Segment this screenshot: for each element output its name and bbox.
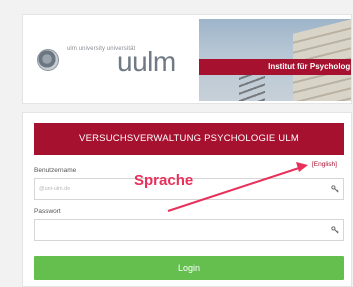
login-button[interactable]: Login <box>34 256 344 280</box>
institute-banner: Institut für Psychologie <box>199 59 351 75</box>
username-placeholder: @uni-ulm.de <box>39 186 71 192</box>
annotation-label: Sprache <box>134 172 194 189</box>
university-seal-icon <box>37 49 59 71</box>
key-icon <box>331 226 339 234</box>
institute-photo: Institut für Psychologie <box>199 19 351 101</box>
language-switch-link[interactable]: [English] <box>312 161 337 168</box>
password-label: Passwort <box>34 208 61 215</box>
header-card: ulm university universität uulm Institut… <box>22 14 352 104</box>
login-card: VERSUCHSVERWALTUNG PSYCHOLOGIE ULM [Engl… <box>22 112 352 287</box>
logo-wordmark: uulm <box>117 46 176 77</box>
username-label: Benutzername <box>34 167 77 174</box>
login-title: VERSUCHSVERWALTUNG PSYCHOLOGIE ULM <box>34 123 344 155</box>
key-icon <box>331 185 339 193</box>
university-logo[interactable]: ulm university universität uulm <box>23 15 197 103</box>
password-input[interactable] <box>34 219 344 241</box>
